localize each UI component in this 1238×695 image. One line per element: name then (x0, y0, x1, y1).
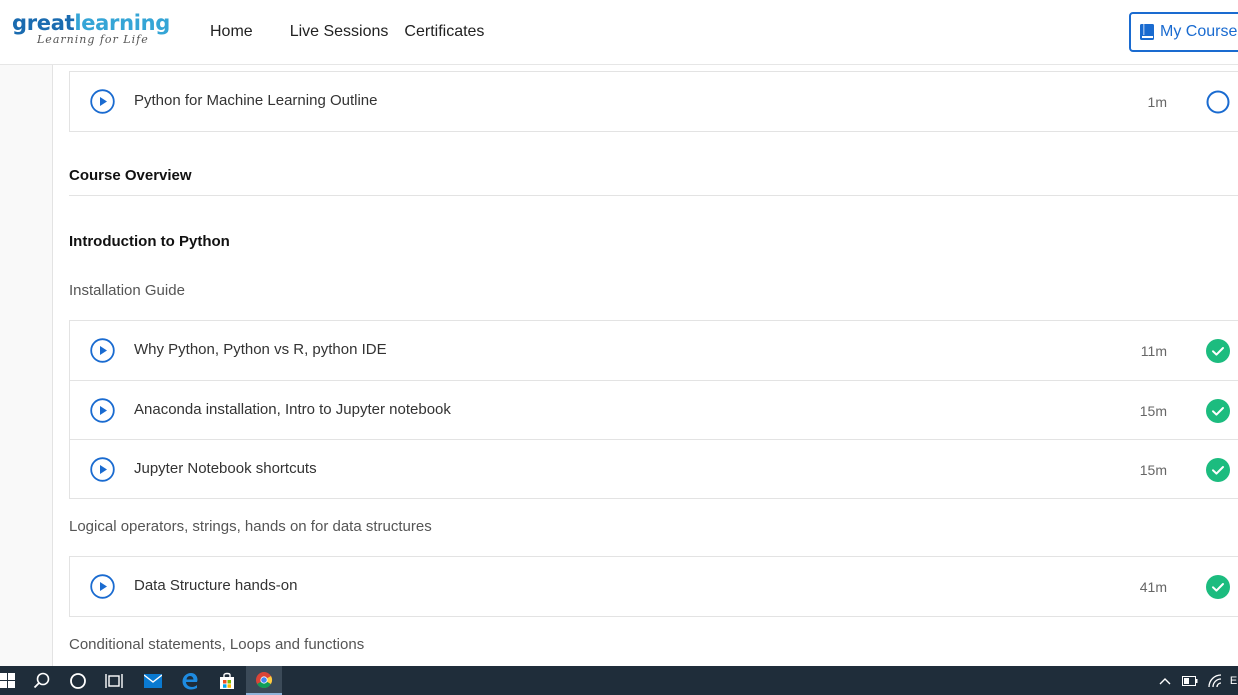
lesson-row[interactable]: Anaconda installation, Intro to Jupyter … (70, 380, 1238, 439)
check-circle-icon (1206, 575, 1230, 599)
book-icon (1140, 24, 1154, 40)
lesson-duration: 41m (1139, 579, 1167, 595)
group-heading: Logical operators, strings, hands on for… (69, 518, 432, 535)
greatlearning-logo[interactable]: greatlearning Learning for Life (12, 12, 172, 52)
mail-icon[interactable] (135, 666, 171, 695)
lesson-duration: 15m (1139, 403, 1167, 419)
edge-icon[interactable] (172, 666, 208, 695)
left-rail (0, 65, 53, 666)
check-circle-icon (1206, 399, 1230, 423)
language-indicator[interactable]: E (1229, 666, 1238, 695)
group-heading: Conditional statements, Loops and functi… (69, 636, 365, 653)
play-icon[interactable] (90, 574, 115, 599)
cortana-icon[interactable] (60, 666, 96, 695)
nav-certificates[interactable]: Certificates (404, 22, 484, 42)
play-icon[interactable] (90, 89, 115, 114)
lesson-duration: 11m (1140, 343, 1167, 359)
lesson-duration: 15m (1139, 462, 1167, 478)
logo-wordmark: greatlearning (12, 11, 171, 35)
wifi-icon[interactable] (1206, 666, 1224, 695)
lesson-list: Why Python, Python vs R, python IDE 11m … (69, 320, 1238, 499)
my-courses-button[interactable]: My Courses (1129, 12, 1238, 52)
windows-taskbar: E (0, 666, 1238, 695)
outline-box: Python for Machine Learning Outline 1m (69, 71, 1238, 132)
group-heading: Installation Guide (69, 282, 185, 299)
my-courses-label: My Courses (1160, 23, 1238, 40)
battery-icon[interactable] (1180, 666, 1200, 695)
lesson-row-outline[interactable]: Python for Machine Learning Outline 1m (70, 72, 1238, 131)
lesson-list: Data Structure hands-on 41m (69, 556, 1238, 617)
lesson-title: Why Python, Python vs R, python IDE (134, 341, 387, 358)
main-nav: Home Live Sessions Certificates (210, 22, 484, 42)
lesson-title: Jupyter Notebook shortcuts (134, 460, 317, 477)
play-icon[interactable] (90, 398, 115, 423)
lesson-row[interactable]: Jupyter Notebook shortcuts 15m (70, 439, 1238, 498)
course-overview-heading[interactable]: Course Overview (69, 166, 192, 186)
lesson-title: Python for Machine Learning Outline (134, 92, 378, 109)
play-icon[interactable] (90, 338, 115, 363)
store-icon[interactable] (209, 666, 245, 695)
play-icon[interactable] (90, 457, 115, 482)
logo-tagline: Learning for Life (37, 33, 149, 46)
top-header: greatlearning Learning for Life Home Liv… (0, 0, 1238, 65)
lesson-title: Data Structure hands-on (134, 577, 298, 594)
lesson-title: Anaconda installation, Intro to Jupyter … (134, 401, 451, 418)
windows-start-icon[interactable] (0, 666, 26, 695)
check-circle-icon (1206, 458, 1230, 482)
task-view-icon[interactable] (96, 666, 132, 695)
chevron-up-icon[interactable] (1157, 666, 1173, 695)
lesson-duration: 1m (1147, 94, 1167, 110)
chrome-icon[interactable] (246, 666, 282, 695)
check-circle-icon (1206, 339, 1230, 363)
incomplete-circle-icon[interactable] (1206, 90, 1230, 114)
nav-live-sessions[interactable]: Live Sessions (290, 22, 389, 42)
section-title[interactable]: Introduction to Python (69, 232, 230, 252)
lesson-row[interactable]: Why Python, Python vs R, python IDE 11m (70, 321, 1238, 380)
language-text: E (1229, 674, 1238, 687)
lesson-row[interactable]: Data Structure hands-on 41m (70, 557, 1238, 616)
nav-home[interactable]: Home (210, 22, 253, 42)
search-icon[interactable] (24, 666, 60, 695)
divider (69, 195, 1238, 196)
